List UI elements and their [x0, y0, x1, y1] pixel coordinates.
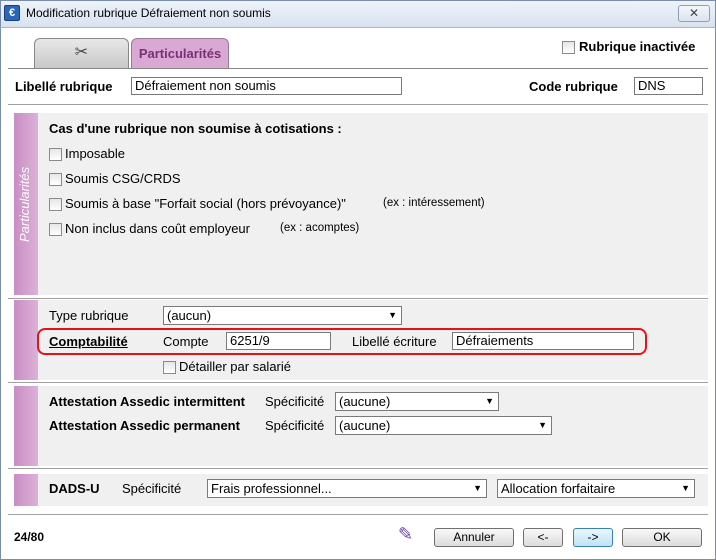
assedic-intermittent-label: Attestation Assedic intermittent: [49, 394, 245, 409]
libelle-label: Libellé rubrique: [15, 79, 113, 94]
app-icon: €: [4, 5, 20, 21]
assedic-intermittent-select[interactable]: (aucune) ▼: [335, 392, 499, 411]
type-rubrique-select[interactable]: (aucun) ▼: [163, 306, 402, 325]
forfait-social-label: Soumis à base "Forfait social (hors prév…: [65, 196, 346, 211]
close-button[interactable]: ✕: [678, 5, 710, 22]
divider: [8, 514, 708, 515]
particularites-heading: Cas d'une rubrique non soumise à cotisat…: [49, 121, 342, 136]
detail-salarie-label: Détailler par salarié: [179, 359, 291, 374]
tab-particularites[interactable]: Particularités: [131, 38, 229, 68]
record-counter: 24/80: [14, 530, 45, 544]
cout-employeur-label: Non inclus dans coût employeur: [65, 221, 250, 236]
inactive-label: Rubrique inactivée: [579, 39, 696, 54]
particularites-side-bar: Particularités: [14, 113, 38, 295]
detail-salarie-checkbox[interactable]: [163, 361, 176, 374]
dads-value1: Frais professionnel...: [211, 481, 332, 496]
side-bar: [14, 386, 38, 466]
window-title: Modification rubrique Défraiement non so…: [26, 6, 271, 20]
forfait-social-note: (ex : intéressement): [383, 197, 485, 209]
dads-label: DADS-U: [49, 481, 100, 496]
assedic-intermittent-spec-label: Spécificité: [265, 394, 325, 409]
side-bar: [14, 300, 38, 380]
dads-allocation-select[interactable]: Allocation forfaitaire ▼: [497, 479, 695, 498]
inactive-checkbox[interactable]: [562, 41, 575, 54]
cout-employeur-checkbox[interactable]: [49, 223, 62, 236]
type-rubrique-value: (aucun): [167, 308, 212, 323]
imposable-checkbox[interactable]: [49, 148, 62, 161]
csg-crds-checkbox[interactable]: [49, 173, 62, 186]
type-rubrique-label: Type rubrique: [49, 308, 129, 323]
comptabilite-label: Comptabilité: [49, 334, 128, 349]
dads-specificite-select[interactable]: Frais professionnel... ▼: [207, 479, 487, 498]
chevron-down-icon: ▼: [388, 310, 397, 320]
side-label: Particularités: [17, 166, 32, 242]
chevron-down-icon: ▼: [681, 483, 690, 493]
assedic-permanent-label: Attestation Assedic permanent: [49, 418, 240, 433]
libelle-input[interactable]: Défraiement non soumis: [131, 77, 402, 95]
previous-button[interactable]: <-: [523, 528, 563, 547]
code-input[interactable]: DNS: [634, 77, 703, 95]
assedic-permanent-value: (aucune): [339, 418, 391, 433]
chevron-down-icon: ▼: [538, 420, 547, 430]
chevron-down-icon: ▼: [473, 483, 482, 493]
assedic-permanent-spec-label: Spécificité: [265, 418, 325, 433]
compte-label: Compte: [163, 334, 209, 349]
cout-employeur-note: (ex : acomptes): [280, 222, 360, 234]
ok-button[interactable]: OK: [622, 528, 702, 547]
assedic-intermittent-value: (aucune): [339, 394, 391, 409]
side-bar: [14, 474, 38, 506]
imposable-label: Imposable: [65, 146, 125, 161]
libelle-ecriture-label: Libellé écriture: [352, 334, 437, 349]
assedic-permanent-select[interactable]: (aucune) ▼: [335, 416, 552, 435]
code-label: Code rubrique: [529, 79, 618, 94]
divider: [8, 104, 708, 105]
divider: [8, 382, 708, 383]
chevron-down-icon: ▼: [485, 396, 494, 406]
edit-pencil-icon[interactable]: ✎: [398, 524, 413, 545]
csg-crds-label: Soumis CSG/CRDS: [65, 171, 181, 186]
tools-icon: ✂: [74, 44, 89, 61]
tab-divider: [8, 68, 708, 69]
dads-value2: Allocation forfaitaire: [501, 481, 616, 496]
tab-general[interactable]: ✂: [34, 38, 129, 68]
libelle-ecriture-input[interactable]: Défraiements: [452, 332, 634, 350]
forfait-social-checkbox[interactable]: [49, 198, 62, 211]
divider: [8, 298, 708, 299]
next-button[interactable]: ->: [573, 528, 613, 547]
annuler-button[interactable]: Annuler: [434, 528, 514, 547]
divider: [8, 468, 708, 469]
frame-border: [0, 28, 1, 560]
compte-input[interactable]: 6251/9: [226, 332, 331, 350]
dads-spec-label: Spécificité: [122, 481, 182, 496]
